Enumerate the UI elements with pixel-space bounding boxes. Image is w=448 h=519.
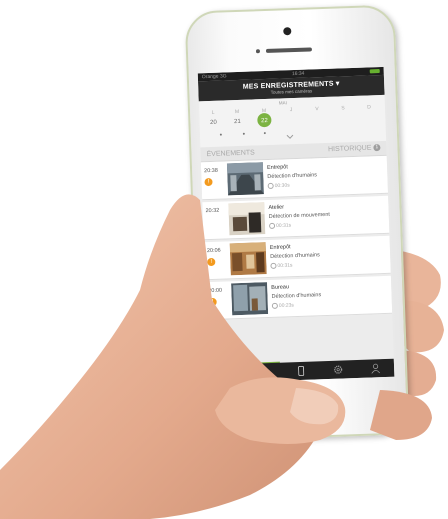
photo-scene: Orange 3G 16:34 MES ENREGISTREMENTS ▾ To…	[0, 0, 448, 519]
hand	[0, 194, 432, 519]
